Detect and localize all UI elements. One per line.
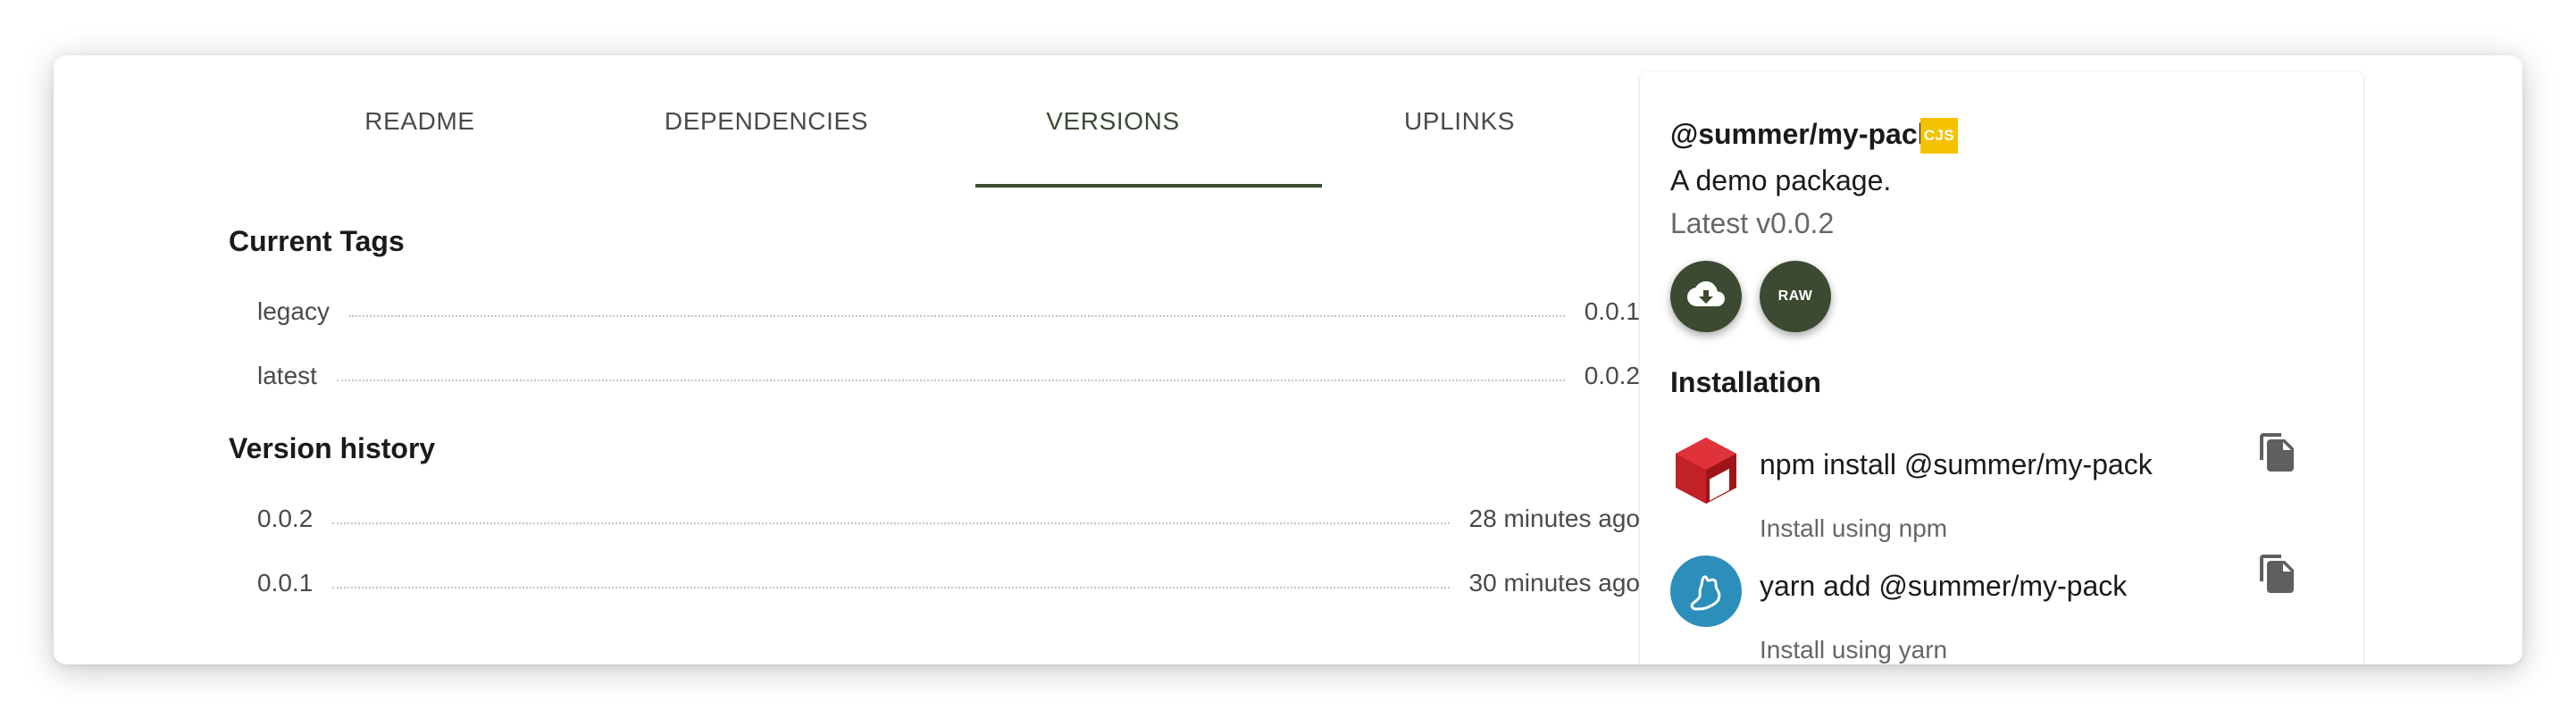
yarn-add-command: yarn add @summer/my-pack bbox=[1760, 570, 2128, 602]
tab-uplinks[interactable]: UPLINKS bbox=[1286, 55, 1633, 188]
npm-install-command: npm install @summer/my-pack bbox=[1760, 448, 2153, 480]
yarn-icon bbox=[1670, 555, 1742, 627]
npm-install-subtitle: Install using npm bbox=[1760, 514, 1948, 542]
tag-name: latest bbox=[257, 362, 317, 389]
download-tarball-button[interactable] bbox=[1670, 261, 1742, 332]
tag-row: latest 0.0.2 bbox=[257, 358, 1640, 394]
active-tab-indicator bbox=[975, 184, 1322, 188]
tag-version[interactable]: 0.0.1 bbox=[1585, 297, 1640, 326]
copy-icon bbox=[2258, 431, 2294, 477]
version-number[interactable]: 0.0.1 bbox=[257, 569, 313, 597]
package-name: @summer/my-pack bbox=[1670, 118, 1934, 150]
dotted-leader bbox=[332, 522, 1450, 524]
copy-npm-command-button[interactable] bbox=[2253, 430, 2299, 477]
dotted-leader bbox=[348, 315, 1565, 317]
latest-version: Latest v0.0.2 bbox=[1670, 207, 1835, 239]
version-time: 30 minutes ago bbox=[1468, 569, 1640, 597]
dotted-leader bbox=[332, 587, 1450, 589]
tag-name: legacy bbox=[257, 297, 330, 325]
tag-row: legacy 0.0.1 bbox=[257, 294, 1640, 330]
package-description: A demo package. bbox=[1670, 164, 1892, 196]
version-time: 28 minutes ago bbox=[1468, 505, 1640, 532]
npm-icon bbox=[1670, 434, 1742, 505]
tab-dependencies[interactable]: DEPENDENCIES bbox=[593, 55, 940, 188]
copy-yarn-command-button[interactable] bbox=[2253, 552, 2299, 598]
copy-icon bbox=[2258, 553, 2294, 598]
version-row: 0.0.1 30 minutes ago bbox=[257, 565, 1640, 601]
tab-versions[interactable]: VERSIONS bbox=[940, 55, 1286, 188]
module-type-badge: CJS bbox=[1920, 118, 1958, 154]
installation-title: Installation bbox=[1670, 366, 1821, 398]
package-detail-card: README DEPENDENCIES VERSIONS UPLINKS Cur… bbox=[54, 55, 2522, 664]
raw-label: RAW bbox=[1777, 288, 1813, 304]
dotted-leader bbox=[336, 380, 1565, 381]
tab-bar: README DEPENDENCIES VERSIONS UPLINKS bbox=[247, 55, 1633, 188]
current-tags-title: Current Tags bbox=[229, 225, 405, 257]
yarn-install-subtitle: Install using yarn bbox=[1760, 636, 1948, 664]
tab-readme[interactable]: README bbox=[247, 55, 593, 188]
package-sidebar: @summer/my-pack CJS A demo package. Late… bbox=[1640, 71, 2363, 664]
version-number[interactable]: 0.0.2 bbox=[257, 505, 313, 533]
version-history-title: Version history bbox=[229, 432, 436, 464]
raw-manifest-button[interactable]: RAW bbox=[1760, 261, 1831, 332]
tag-version[interactable]: 0.0.2 bbox=[1585, 362, 1640, 390]
version-row: 0.0.2 28 minutes ago bbox=[257, 501, 1640, 537]
cloud-download-icon bbox=[1686, 280, 1726, 314]
